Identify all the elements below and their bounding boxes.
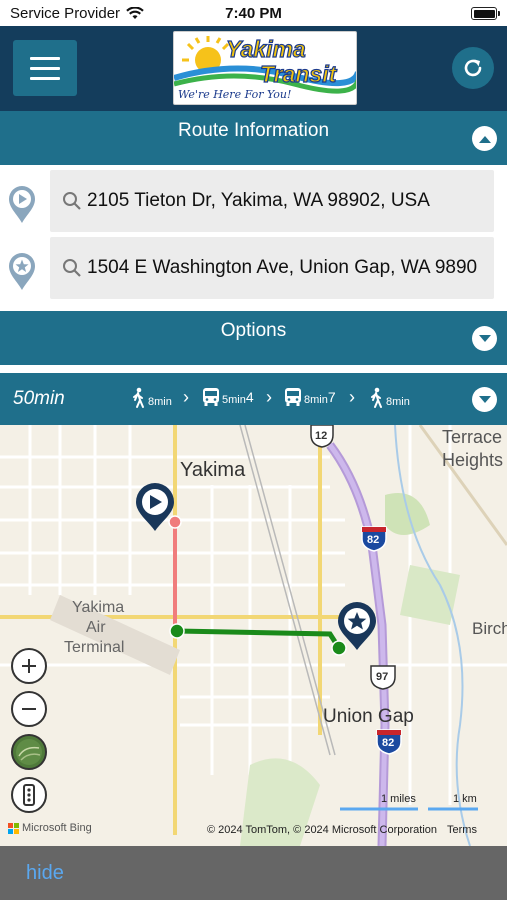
chevron-right-icon: ›	[183, 387, 189, 407]
scale-km: 1 km	[453, 793, 477, 805]
search-icon	[63, 259, 81, 277]
destination-input[interactable]: 1504 E Washington Ave, Union Gap, WA 989…	[50, 237, 494, 299]
options-title: Options	[220, 320, 287, 341]
origin-value: 2105 Tieton Dr, Yakima, WA 98902, USA	[87, 190, 430, 211]
map-label-airport-2: Air	[86, 619, 106, 636]
map-canvas	[0, 425, 507, 846]
logo-tagline: We're Here For You!	[178, 88, 292, 101]
us-97-label: 97	[376, 671, 389, 683]
expand-trip-button[interactable]	[472, 387, 497, 412]
leg-walk-2: 8min	[368, 387, 410, 409]
destination-pin-icon	[9, 253, 35, 290]
traffic-button[interactable]	[11, 777, 47, 813]
origin-input[interactable]: 2105 Tieton Dr, Yakima, WA 98902, USA	[50, 170, 494, 232]
clock: 7:40 PM	[225, 5, 282, 22]
leg-time: 5min	[222, 394, 246, 406]
bus-icon	[203, 388, 219, 406]
map-label-airport-1: Yakima	[72, 599, 125, 616]
map-start-pin-icon[interactable]	[136, 483, 174, 531]
plus-icon	[22, 659, 36, 673]
chevron-down-icon	[478, 395, 491, 403]
route-map[interactable]: 12 82 97 82 Yakima Terrace Heights Yakim…	[0, 425, 507, 846]
chevron-right-icon: ›	[349, 387, 355, 407]
bottom-bar: hide	[0, 846, 507, 900]
satellite-icon	[16, 739, 42, 765]
leg-walk-1: 8min	[130, 387, 172, 409]
chevron-up-icon	[478, 135, 491, 143]
map-style-button[interactable]	[11, 734, 47, 770]
walk-icon	[371, 387, 382, 408]
minus-icon	[22, 708, 36, 710]
scale-miles: 1 miles	[381, 793, 416, 805]
us-12-label: 12	[315, 430, 328, 442]
battery-icon	[471, 7, 500, 20]
yakima-transit-logo: Yakima Transit We're Here For You!	[173, 31, 357, 105]
map-label-terrace: Terrace	[442, 427, 503, 447]
route-information-title: Route Information	[177, 120, 330, 141]
leg-bus-7: 8min 7	[284, 387, 336, 407]
leg-route: 4	[245, 389, 254, 405]
leg-time: 8min	[304, 394, 328, 406]
chevron-down-icon	[478, 334, 491, 342]
origin-row: 2105 Tieton Dr, Yakima, WA 98902, USA	[0, 170, 507, 232]
destination-row: 1504 E Washington Ave, Union Gap, WA 989…	[0, 237, 507, 299]
refresh-icon	[464, 59, 482, 77]
map-label-yakima: Yakima	[180, 459, 246, 481]
destination-value: 1504 E Washington Ave, Union Gap, WA 989…	[87, 257, 478, 278]
hide-button[interactable]: hide	[26, 862, 64, 885]
zoom-out-button[interactable]	[11, 691, 47, 727]
logo-line1: Yakima	[225, 35, 306, 62]
map-label-birch: Birch	[472, 619, 507, 638]
chevron-right-icon: ›	[266, 387, 272, 407]
app-header: Yakima Transit We're Here For You!	[0, 26, 507, 111]
collapse-route-info-button[interactable]	[472, 126, 497, 151]
i-82-south-label: 82	[382, 737, 395, 749]
bing-logo: Microsoft Bing	[22, 822, 92, 834]
trip-summary-bar[interactable]: 50min 8min › 5min 4 › 8min 7 › 8min	[0, 373, 507, 425]
leg-route: 7	[327, 389, 336, 405]
trip-duration: 50min	[13, 388, 65, 409]
refresh-button[interactable]	[452, 47, 494, 89]
expand-options-button[interactable]	[472, 326, 497, 351]
map-copyright: © 2024 TomTom, © 2024 Microsoft Corporat…	[207, 824, 438, 836]
search-icon	[63, 192, 81, 210]
options-header[interactable]: Options	[0, 311, 507, 365]
leg-time: 8min	[148, 396, 172, 408]
map-label-airport-3: Terminal	[64, 639, 125, 656]
leg-time: 8min	[386, 396, 410, 408]
map-terms-link[interactable]: Terms	[447, 824, 477, 836]
menu-button[interactable]	[13, 40, 77, 96]
map-label-heights: Heights	[442, 450, 504, 470]
map-label-union-gap: Union Gap	[323, 706, 414, 727]
bus-icon	[285, 388, 301, 406]
zoom-in-button[interactable]	[11, 648, 47, 684]
leg-bus-4: 5min 4	[202, 387, 254, 407]
status-bar: Service Provider 7:40 PM	[0, 0, 507, 26]
start-pin-icon	[9, 186, 35, 223]
logo-line2: Transit	[259, 60, 337, 87]
i-82-north-label: 82	[367, 534, 380, 546]
menu-icon	[30, 56, 60, 60]
walk-icon	[133, 387, 144, 408]
route-information-header[interactable]: Route Information	[0, 111, 507, 165]
traffic-light-icon	[23, 784, 35, 806]
